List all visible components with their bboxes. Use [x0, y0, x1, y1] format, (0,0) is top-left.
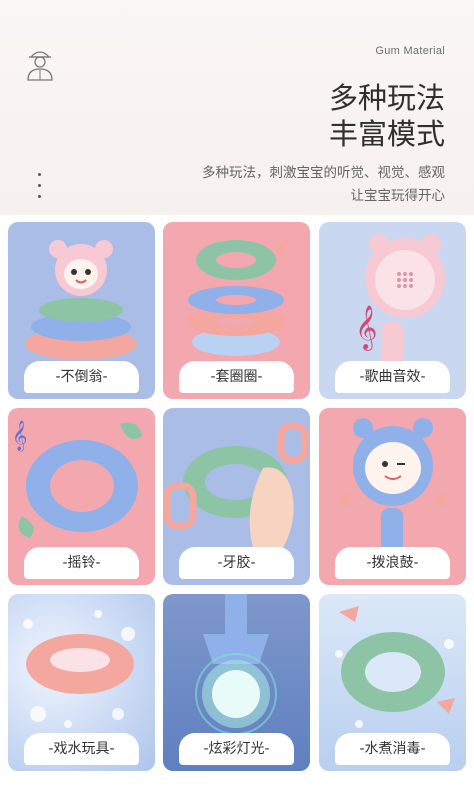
feature-card-drum: -拨浪鼓- — [319, 408, 466, 585]
brand-label: Gum Material — [375, 45, 445, 57]
svg-text:𝄞: 𝄞 — [355, 305, 377, 351]
header-section: Gum Material 多种玩法 丰富模式 多种玩法，刺激宝宝的听觉、视觉、感… — [0, 0, 474, 215]
worker-icon — [22, 44, 58, 84]
feature-label-lights: -炫彩灯光- — [179, 733, 294, 765]
feature-card-roly-poly: -不倒翁- — [8, 222, 155, 399]
feature-card-music: 𝄞 -歌曲音效- — [319, 222, 466, 399]
decorative-dots — [38, 173, 42, 206]
title-line-1: 多种玩法 — [328, 81, 445, 115]
page-subtitle: 多种玩法，刺激宝宝的听觉、视觉、感观 让宝宝玩得开心 — [202, 162, 445, 208]
feature-grid: -不倒翁- -套圈圈- 𝄞 -歌曲音效- 𝄞 -摇铃- -牙胶- -拨浪鼓- -… — [8, 222, 466, 792]
feature-card-bath: -戏水玩具- — [8, 594, 155, 771]
feature-label-bath: -戏水玩具- — [24, 733, 139, 765]
feature-label-rattle: -摇铃- — [24, 547, 139, 579]
svg-text:𝄞: 𝄞 — [12, 420, 27, 452]
feature-card-rattle: 𝄞 -摇铃- — [8, 408, 155, 585]
feature-label-teether: -牙胶- — [179, 547, 294, 579]
feature-card-sterilize: -水煮消毒- — [319, 594, 466, 771]
feature-card-teether: -牙胶- — [163, 408, 310, 585]
page-title: 多种玩法 丰富模式 — [329, 80, 445, 152]
feature-card-stacking-rings: -套圈圈- — [163, 222, 310, 399]
feature-card-lights: -炫彩灯光- — [163, 594, 310, 771]
feature-label-roly-poly: -不倒翁- — [24, 361, 139, 393]
feature-label-sterilize: -水煮消毒- — [335, 733, 450, 765]
feature-label-drum: -拨浪鼓- — [335, 547, 450, 579]
feature-label-stacking-rings: -套圈圈- — [179, 361, 294, 393]
feature-label-music: -歌曲音效- — [335, 361, 450, 393]
subtitle-line-1: 多种玩法，刺激宝宝的听觉、视觉、感观 — [202, 165, 445, 181]
title-line-2: 丰富模式 — [328, 117, 445, 151]
subtitle-line-2: 让宝宝玩得开心 — [350, 188, 446, 204]
